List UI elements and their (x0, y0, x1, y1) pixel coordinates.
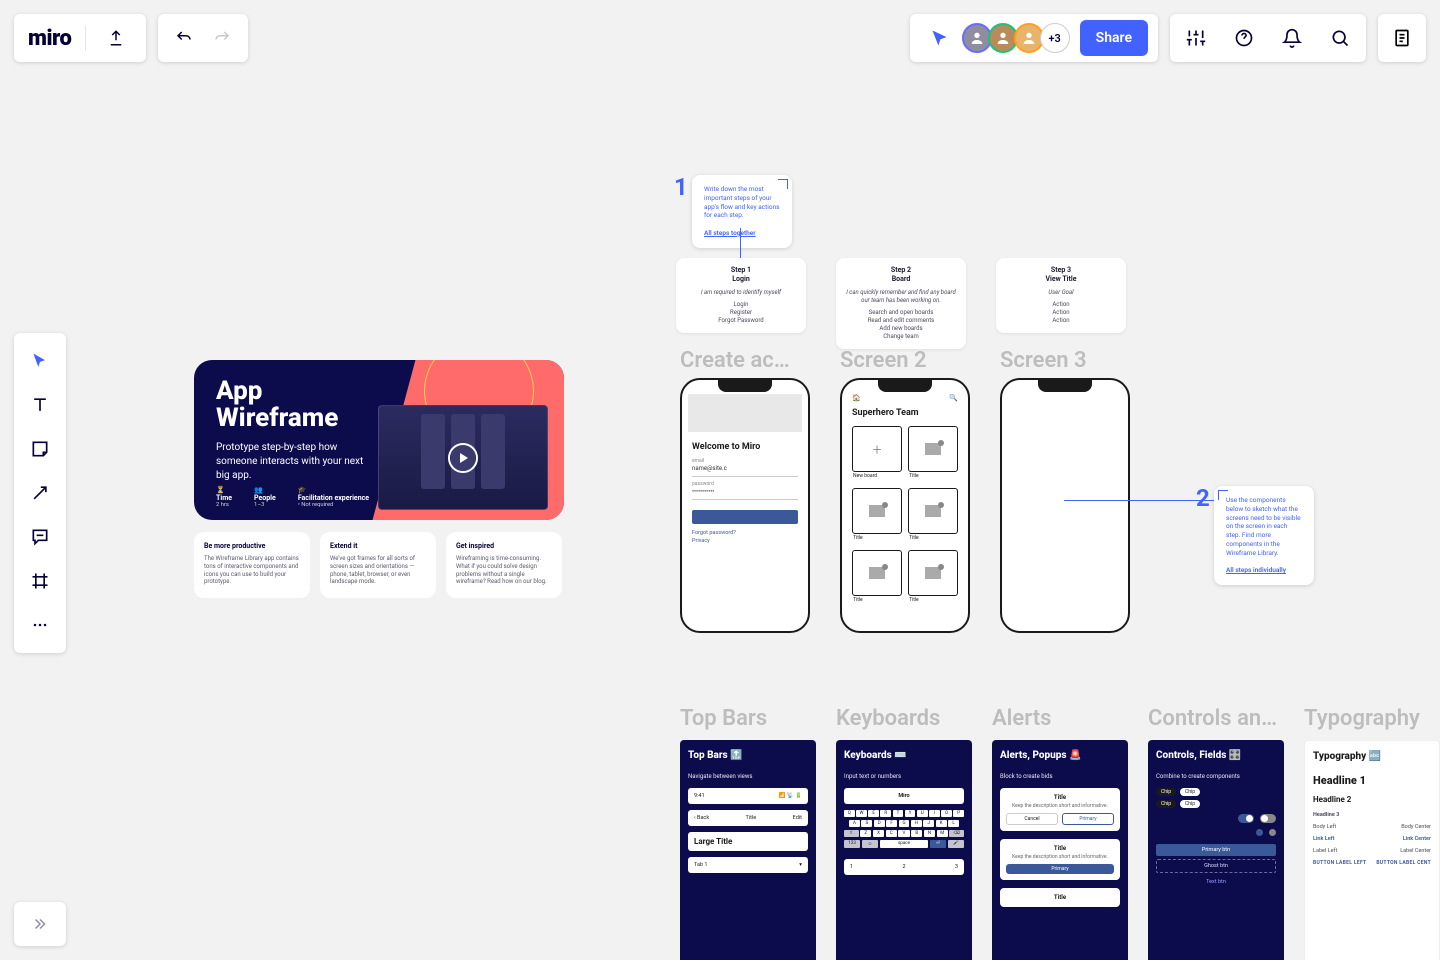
phone1-login-button (692, 510, 798, 524)
export-button[interactable] (100, 22, 132, 54)
phone-mockup-2[interactable]: 🏠🔍 Superhero Team +New boardTitleTitleTi… (840, 378, 970, 633)
notifications-icon[interactable] (1276, 22, 1308, 54)
undo-redo-panel (158, 14, 248, 62)
hero-title-line1: App (216, 376, 262, 406)
info-card[interactable]: Get inspiredWireframing is time-consumin… (446, 532, 562, 598)
component-library-alerts[interactable]: Alerts, Popups 🚨Block to create bidsTitl… (992, 740, 1128, 960)
user-flow-step-card[interactable]: Step 2BoardI can quickly remember and fi… (836, 258, 966, 349)
select-tool[interactable] (20, 341, 60, 381)
logo-panel: miro (14, 14, 146, 62)
tip-number: 1 (674, 171, 688, 203)
info-card[interactable]: Extend itWe've got frames for all sorts … (320, 532, 436, 598)
play-icon (448, 443, 478, 473)
search-icon[interactable] (1324, 22, 1356, 54)
user-flow-step-card[interactable]: Step 3View TitleUser GoalActionActionAct… (996, 258, 1126, 333)
component-library-controls[interactable]: Controls, Fields 🎛️Combine to create com… (1148, 740, 1284, 960)
frame-label-2[interactable]: Screen 2 (840, 348, 927, 373)
phone1-email-input: name@site.c (692, 465, 798, 477)
hero-title-line2: Wireframe (216, 403, 338, 433)
phone1-title: Welcome to Miro (692, 442, 798, 452)
board-tile: +New board (852, 426, 902, 472)
board-tile: Title (908, 550, 958, 596)
hero-meta-item: ⏳Time2 hrs (216, 486, 232, 508)
phone2-title: Superhero Team (852, 408, 958, 418)
frame-label-keyboards[interactable]: Keyboards (836, 706, 940, 731)
frame-label-topbars[interactable]: Top Bars (680, 706, 767, 731)
redo-button[interactable] (206, 22, 238, 54)
board-canvas[interactable]: App Wireframe Prototype step-by-step how… (0, 0, 1440, 960)
frame-label-controls[interactable]: Controls an… (1148, 706, 1277, 731)
tip-number: 2 (1196, 482, 1210, 514)
undo-button[interactable] (168, 22, 200, 54)
utility-panel (1170, 14, 1366, 62)
frame-label-typography[interactable]: Typography (1304, 706, 1420, 731)
tip-body: Use the components below to sketch what … (1226, 496, 1301, 557)
more-collaborators[interactable]: +3 (1040, 23, 1070, 53)
phone1-privacy-link: Privacy (692, 538, 798, 544)
tip-callout-2[interactable]: 2 Use the components below to sketch wha… (1214, 486, 1314, 585)
share-button[interactable]: Share (1080, 20, 1148, 56)
phone-mockup-3[interactable] (1000, 378, 1130, 633)
more-tools[interactable] (20, 605, 60, 645)
comment-tool[interactable] (20, 517, 60, 557)
component-library-typography[interactable]: Typography 🔤Headline 1Headline 2Headline… (1304, 740, 1440, 960)
component-library-topbars[interactable]: Top Bars 🔝Navigate between views9:41📶 📡 … (680, 740, 816, 960)
phone-mockup-1[interactable]: Welcome to Miro email name@site.c passwo… (680, 378, 810, 633)
tip-body: Write down the most important steps of y… (704, 185, 780, 219)
sticky-note-tool[interactable] (20, 429, 60, 469)
collaboration-panel: +3 Share (910, 14, 1158, 62)
template-hero-card[interactable]: App Wireframe Prototype step-by-step how… (194, 360, 564, 520)
tip-connector (1064, 500, 1214, 501)
arrow-tool[interactable] (20, 473, 60, 513)
hero-subtitle: Prototype step-by-step how someone inter… (216, 441, 376, 483)
board-tile: Title (852, 550, 902, 596)
tip-link[interactable]: All steps individually (1226, 566, 1286, 574)
notes-button[interactable] (1378, 14, 1426, 62)
board-tile: Title (908, 426, 958, 472)
text-tool[interactable] (20, 385, 60, 425)
frame-label-3[interactable]: Screen 3 (1000, 348, 1087, 373)
tip-connector (740, 228, 741, 258)
left-toolbar (14, 333, 66, 653)
phone2-home-icon: 🏠 (852, 394, 861, 402)
user-flow-step-card[interactable]: Step 1LoginI am required to identify mys… (676, 258, 806, 333)
info-card[interactable]: Be more productiveThe Wireframe Library … (194, 532, 310, 598)
phone2-search-icon: 🔍 (949, 394, 958, 402)
tip-link[interactable]: All steps together (704, 229, 756, 237)
phone1-forgot-link: Forgot password? (692, 530, 798, 536)
tip-callout-1[interactable]: 1 Write down the most important steps of… (692, 175, 792, 248)
expand-panel-button[interactable] (14, 902, 66, 946)
miro-logo[interactable]: miro (28, 26, 71, 51)
frame-tool[interactable] (20, 561, 60, 601)
phone1-password-input: ••••••••••• (692, 488, 798, 500)
frame-label-1[interactable]: Create ac… (680, 348, 790, 373)
help-icon[interactable] (1228, 22, 1260, 54)
component-library-keyboards[interactable]: Keyboards ⌨️Input text or numbersMiroQWE… (836, 740, 972, 960)
hero-meta-item: 🎓Facilitation experience• Not required (298, 486, 369, 508)
collaborator-avatars[interactable]: +3 (966, 23, 1070, 53)
frame-label-alerts[interactable]: Alerts (992, 706, 1051, 731)
board-tile: Title (908, 488, 958, 534)
hero-meta-item: 👥People1–3 (254, 486, 276, 508)
settings-icon[interactable] (1180, 22, 1212, 54)
board-tile: Title (852, 488, 902, 534)
hero-video-thumbnail[interactable] (378, 405, 548, 510)
cursor-tracking-icon[interactable] (924, 22, 956, 54)
